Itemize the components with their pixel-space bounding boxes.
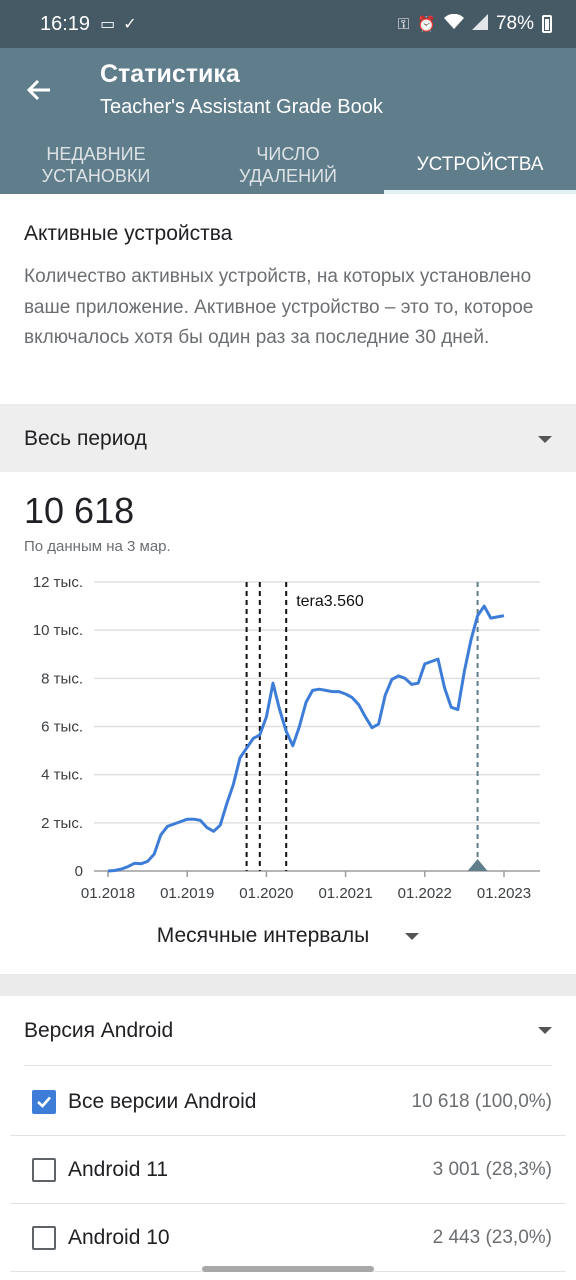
list-item-value: 3 001 (28,3%) bbox=[432, 1158, 552, 1180]
x-tick-label: 01.2023 bbox=[477, 885, 531, 902]
check-icon: ✓ bbox=[123, 16, 137, 33]
tab-devices[interactable]: УСТРОЙСТВА bbox=[384, 136, 576, 194]
x-tick-label: 01.2018 bbox=[81, 885, 135, 902]
tab-uninstalls[interactable]: ЧИСЛО УДАЛЕНИЙ bbox=[192, 136, 384, 194]
y-tick-label: 4 тыс. bbox=[41, 767, 83, 784]
battery-percent: 78% bbox=[495, 13, 534, 34]
list-item-label: Android 10 bbox=[68, 1225, 170, 1249]
alarm-icon: ⏰ bbox=[417, 16, 436, 33]
y-tick-label: 12 тыс. bbox=[33, 574, 83, 591]
y-tick-label: 6 тыс. bbox=[41, 719, 83, 736]
key-icon: ⚿ bbox=[397, 15, 410, 33]
status-time: 16:19 bbox=[40, 12, 91, 35]
battery-icon bbox=[542, 15, 552, 33]
app-bar: Статистика Teacher's Assistant Grade Boo… bbox=[0, 48, 576, 194]
x-tick-label: 01.2019 bbox=[160, 885, 214, 902]
gesture-nav-handle[interactable] bbox=[202, 1266, 374, 1272]
y-tick-label: 0 bbox=[75, 863, 83, 880]
android-version-heading: Версия Android bbox=[24, 1018, 174, 1042]
release-marker-label: tera3.560 bbox=[296, 593, 364, 610]
active-devices-card: Активные устройства Количество активных … bbox=[0, 194, 576, 404]
back-arrow-icon[interactable] bbox=[20, 70, 60, 110]
section-heading: Активные устройства bbox=[24, 222, 233, 245]
tab-bar: НЕДАВНИЕ УСТАНОВКИ ЧИСЛО УДАЛЕНИЙ УСТРОЙ… bbox=[0, 136, 576, 194]
signal-icon bbox=[471, 14, 488, 34]
section-description: Количество активных устройств, на которы… bbox=[24, 266, 534, 348]
chevron-down-icon bbox=[538, 1027, 552, 1034]
y-tick-label: 8 тыс. bbox=[41, 670, 83, 687]
checkbox-icon[interactable] bbox=[32, 1157, 56, 1182]
android-version-card: Версия Android Все версии Android 10 618… bbox=[0, 996, 576, 1280]
chevron-down-icon bbox=[538, 435, 552, 443]
x-tick-label: 01.2021 bbox=[318, 885, 372, 902]
y-tick-label: 10 тыс. bbox=[33, 622, 83, 639]
checkbox-checked-icon[interactable] bbox=[32, 1089, 56, 1114]
interval-dropdown[interactable]: Месячные интервалы bbox=[0, 924, 576, 948]
series-line bbox=[107, 604, 505, 873]
app-name-subtitle: Teacher's Assistant Grade Book bbox=[100, 96, 383, 118]
interval-selected: Месячные интервалы bbox=[156, 924, 370, 947]
wifi-icon bbox=[443, 13, 464, 34]
list-item-value: 2 443 (23,0%) bbox=[432, 1226, 552, 1248]
status-bar: 16:19 ▭ ✓ ⚿ ⏰ 78% bbox=[0, 0, 576, 48]
period-dropdown[interactable]: Весь период bbox=[0, 406, 576, 472]
list-item-label: Все версии Android bbox=[68, 1089, 257, 1113]
x-tick-label: 01.2020 bbox=[239, 885, 293, 902]
chart-card: 10 618 По данным на 3 мар. 02 тыс. 4 тыс.… bbox=[0, 472, 576, 974]
chevron-down-icon bbox=[405, 932, 420, 940]
release-marker-triangle bbox=[467, 859, 488, 871]
x-tick-label: 01.2022 bbox=[398, 885, 452, 902]
checkbox-icon[interactable] bbox=[32, 1225, 56, 1250]
active-devices-chart[interactable]: 0 2 тыс. 4 тыс. 6 тыс. 8 тыс. 10 тыс. 12 тыс. 0… bbox=[0, 472, 576, 912]
android-version-dropdown[interactable]: Версия Android bbox=[24, 996, 552, 1066]
notification-icon: ▭ bbox=[100, 16, 116, 33]
list-item-value: 10 618 (100,0%) bbox=[411, 1090, 553, 1112]
tab-recent-installs[interactable]: НЕДАВНИЕ УСТАНОВКИ bbox=[0, 136, 192, 194]
period-selected: Весь период bbox=[24, 427, 147, 450]
y-tick-label: 2 тыс. bbox=[41, 815, 83, 832]
list-item-android-10[interactable]: Android 10 2 443 (23,0%) bbox=[10, 1204, 566, 1272]
list-item-all-versions[interactable]: Все версии Android 10 618 (100,0%) bbox=[10, 1068, 566, 1136]
page-title: Статистика bbox=[100, 60, 240, 88]
list-item-label: Android 11 bbox=[68, 1157, 169, 1181]
list-item-android-11[interactable]: Android 11 3 001 (28,3%) bbox=[10, 1136, 566, 1204]
